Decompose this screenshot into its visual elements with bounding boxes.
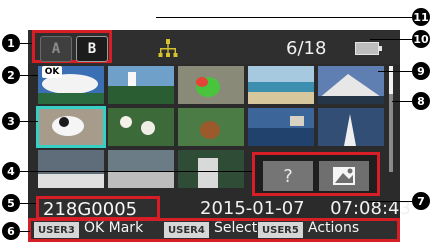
leader-8 xyxy=(392,101,412,102)
leader-5 xyxy=(20,203,36,204)
network-icon xyxy=(158,39,178,57)
street-image xyxy=(38,150,104,188)
callout-1: 1 xyxy=(2,34,20,52)
waterfall-image xyxy=(178,150,244,188)
scrollbar[interactable] xyxy=(389,66,393,172)
callout-5: 5 xyxy=(2,194,20,212)
slot-b-label: B xyxy=(87,41,97,57)
leader-11 xyxy=(156,17,412,18)
callout-7: 7 xyxy=(412,192,430,210)
thumbnail-mountain[interactable] xyxy=(318,66,384,104)
callout-11: 11 xyxy=(412,8,430,26)
callout-10: 10 xyxy=(412,30,430,48)
thumbnail-church[interactable] xyxy=(318,108,384,146)
thumbnail-beach[interactable] xyxy=(248,66,314,104)
leader-2 xyxy=(20,75,38,76)
media-icons-highlight: ? xyxy=(252,152,380,196)
thumbnail-bird-selected[interactable] xyxy=(36,106,106,148)
dog-image xyxy=(178,108,244,146)
clip-name-box: 218G0005 xyxy=(36,196,160,220)
camera-screen: A B 6/18 ? 218G0005 2015-01-07 07:08:43 xyxy=(28,30,411,220)
parrot-image xyxy=(178,66,244,104)
callout-8: 8 xyxy=(412,92,430,110)
callout-3: 3 xyxy=(2,112,20,130)
leader-7 xyxy=(368,201,412,202)
church-image xyxy=(318,108,384,146)
thumbnail-dog[interactable] xyxy=(178,108,244,146)
user5-tag[interactable]: USER5 xyxy=(258,222,303,238)
slot-a-label: A xyxy=(51,41,61,57)
date: 2015-01-07 xyxy=(200,198,305,219)
unknown-media-icon: ? xyxy=(263,161,313,191)
thumbnail-waterfront[interactable] xyxy=(248,108,314,146)
user5-label: USER5 xyxy=(262,224,299,236)
callout-9: 9 xyxy=(412,62,430,80)
bird-image xyxy=(38,108,104,146)
select-label: Select xyxy=(214,220,258,236)
tower-image xyxy=(108,66,174,104)
flowers-image xyxy=(108,108,174,146)
clip-name: 218G0005 xyxy=(43,199,138,220)
thumbnail-tower[interactable] xyxy=(108,66,174,104)
road-image xyxy=(108,150,174,188)
question-mark: ? xyxy=(283,165,293,187)
ok-mark-label: OK Mark xyxy=(84,220,144,236)
slot-b-button[interactable]: B xyxy=(76,36,108,62)
top-bar: A B 6/18 xyxy=(28,30,400,64)
waterfront-image xyxy=(248,108,314,146)
thumbnail-waterfall[interactable] xyxy=(178,150,244,188)
user3-tag[interactable]: USER3 xyxy=(34,222,79,238)
leader-4 xyxy=(20,171,252,172)
leader-10 xyxy=(370,39,412,40)
slot-a-button[interactable]: A xyxy=(40,36,72,62)
user4-tag[interactable]: USER4 xyxy=(164,222,209,238)
ok-badge: OK xyxy=(42,66,62,78)
thumbnail-parrot[interactable] xyxy=(178,66,244,104)
callout-4: 4 xyxy=(2,162,20,180)
bottom-action-bar: USER3 OK Mark USER4 Select USER5 Actions xyxy=(28,218,400,242)
thumbnail-flowers[interactable] xyxy=(108,108,174,146)
user4-label: USER4 xyxy=(168,224,205,236)
thumbnail-road[interactable] xyxy=(108,150,174,188)
beach-image xyxy=(248,66,314,104)
thumbnail-street[interactable] xyxy=(38,150,104,188)
battery-icon xyxy=(355,42,382,55)
leader-3 xyxy=(20,121,38,122)
leader-6 xyxy=(20,231,30,232)
mountain-image xyxy=(318,66,384,104)
actions-label: Actions xyxy=(308,220,360,236)
leader-9 xyxy=(378,71,412,72)
callout-2: 2 xyxy=(2,66,20,84)
image-media-icon xyxy=(319,161,369,191)
clip-counter: 6/18 xyxy=(286,38,327,59)
user3-label: USER3 xyxy=(38,224,75,236)
image-icon xyxy=(333,167,355,185)
callout-6: 6 xyxy=(2,222,20,240)
leader-1 xyxy=(20,43,32,44)
